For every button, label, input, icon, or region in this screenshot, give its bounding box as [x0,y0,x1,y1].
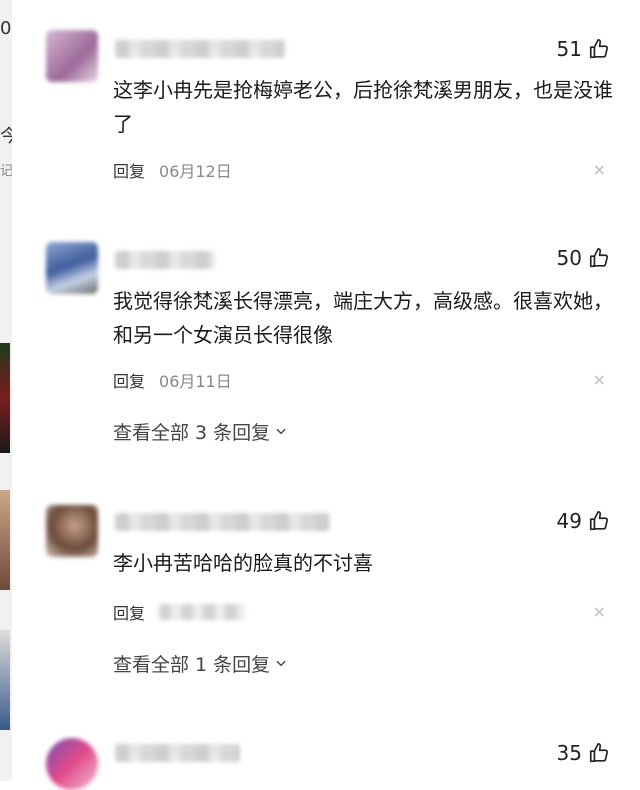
avatar[interactable] [46,738,98,790]
username-blurred[interactable] [115,513,330,531]
thumbs-up-icon [588,742,610,764]
avatar[interactable] [46,242,98,294]
thumbs-up-icon [588,38,610,60]
reply-button[interactable]: 回复 [113,600,145,624]
thumbnail-image [0,490,10,590]
thumbs-up-icon [588,510,610,532]
close-icon[interactable]: × [593,370,606,389]
like-count: 51 [556,37,582,61]
view-all-replies-button[interactable]: 查看全部 3 条回复 [113,418,288,445]
strip-char: 0 [0,18,12,39]
like-button[interactable]: 50 [557,246,610,270]
username-blurred[interactable] [115,744,240,762]
avatar[interactable] [46,505,98,557]
view-replies-label: 查看全部 1 条回复 [113,654,271,676]
comment-meta: 回复 06月11日 [113,368,232,392]
like-button[interactable]: 51 [557,37,610,61]
reply-button[interactable]: 回复 [113,368,145,392]
view-all-replies-button[interactable]: 查看全部 1 条回复 [113,650,288,677]
close-icon[interactable]: × [593,160,606,179]
close-icon[interactable]: × [593,602,606,621]
comment-date: 06月11日 [159,372,232,391]
left-edge-strip: 0 今 记 [0,0,12,781]
username-blurred[interactable] [115,40,285,58]
reply-button[interactable]: 回复 [113,158,145,182]
comment-meta: 回复 [113,600,246,624]
comment-date-blurred [159,604,246,620]
comment-text: 李小冉苦哈哈的脸真的不讨喜 [113,551,373,575]
thumbs-up-icon [588,247,610,269]
like-count: 35 [556,741,582,765]
comment-date: 06月12日 [159,162,232,181]
strip-char: 今 [0,126,12,147]
username-blurred[interactable] [115,251,215,269]
chevron-down-icon [274,421,288,443]
chevron-down-icon [274,653,288,675]
thumbnail-image [0,630,10,730]
like-button[interactable]: 49 [557,509,610,533]
strip-char: 记 [0,164,12,179]
like-count: 49 [556,509,582,533]
like-count: 50 [556,246,582,270]
thumbnail-image [0,343,10,453]
view-replies-label: 查看全部 3 条回复 [113,422,271,444]
comment-text: 这李小冉先是抢梅婷老公，后抢徐梵溪男朋友，也是没谁了 [113,78,613,136]
comment-text: 我觉得徐梵溪长得漂亮，端庄大方，高级感。很喜欢她，和另一个女演员长得很像 [113,289,613,347]
like-button[interactable]: 35 [557,741,610,765]
comment-meta: 回复 06月12日 [113,158,232,182]
avatar[interactable] [46,30,98,82]
